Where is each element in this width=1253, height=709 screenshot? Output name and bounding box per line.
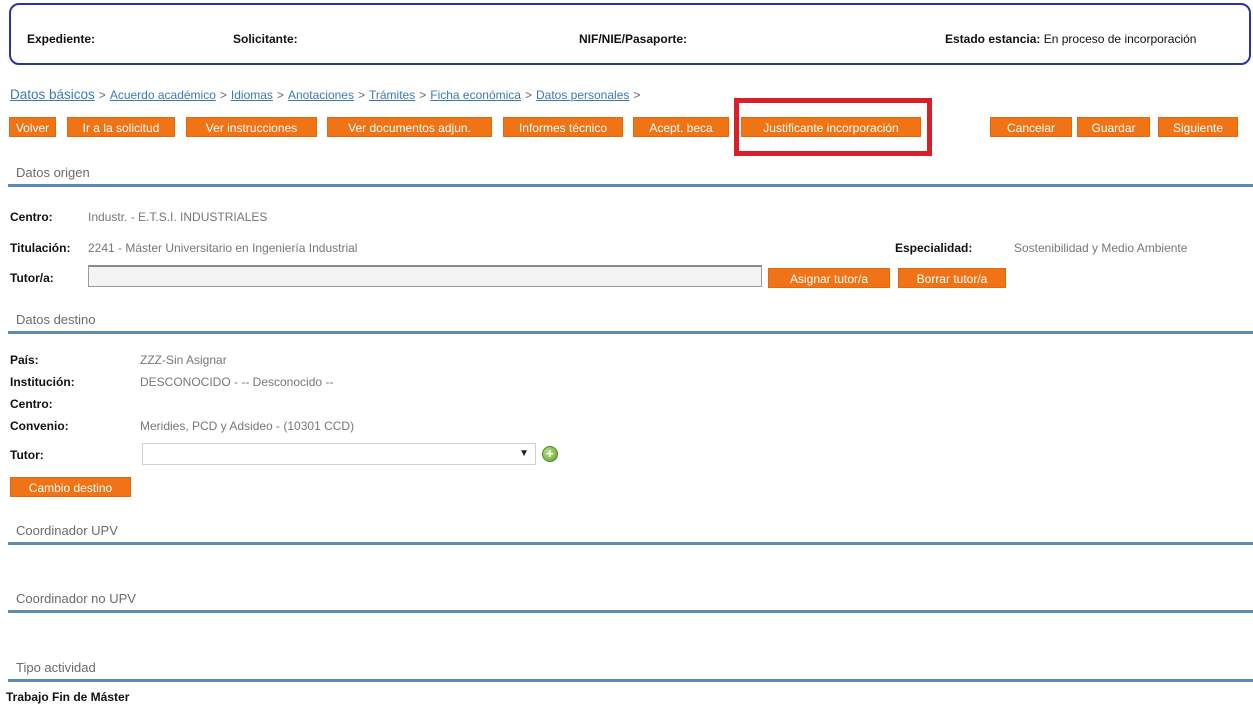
tutor-label: Tutor/a: <box>10 271 54 285</box>
section-title: Coordinador no UPV <box>16 591 136 606</box>
centro-value: Industr. - E.T.S.I. INDUSTRIALES <box>88 210 268 224</box>
especialidad-label: Especialidad: <box>895 241 973 255</box>
tutor-select[interactable]: ▼ <box>142 443 536 465</box>
record-header: Expediente: Solicitante: NIF/NIE/Pasapor… <box>9 3 1251 65</box>
tipo-actividad-value: Trabajo Fin de Máster <box>6 690 130 704</box>
breadcrumb-tramites[interactable]: Trámites <box>369 88 415 102</box>
breadcrumb-separator: > <box>357 88 365 102</box>
breadcrumb-separator: > <box>419 88 427 102</box>
section-datos-origen: Datos origen <box>8 161 1253 187</box>
breadcrumb-datos-basicos[interactable]: Datos básicos <box>10 87 95 102</box>
breadcrumb-datos-personales[interactable]: Datos personales <box>536 88 629 102</box>
tutor-input[interactable] <box>88 265 762 287</box>
breadcrumb-acuerdo-academico[interactable]: Acuerdo académico <box>110 88 216 102</box>
especialidad-value: Sostenibilidad y Medio Ambiente <box>1014 241 1188 255</box>
titulacion-value: 2241 - Máster Universitario en Ingenierí… <box>88 241 358 255</box>
ir-solicitud-button[interactable]: Ir a la solicitud <box>67 117 175 137</box>
guardar-button[interactable]: Guardar <box>1077 117 1150 137</box>
breadcrumb-idiomas[interactable]: Idiomas <box>231 88 273 102</box>
informes-tecnico-button[interactable]: Informes técnico <box>503 117 623 137</box>
ver-documentos-button[interactable]: Ver documentos adjun. <box>327 117 492 137</box>
acept-beca-button[interactable]: Acept. beca <box>633 117 729 137</box>
borrar-tutor-button[interactable]: Borrar tutor/a <box>898 268 1006 288</box>
ver-instrucciones-button[interactable]: Ver instrucciones <box>186 117 317 137</box>
institucion-value: DESCONOCIDO - -- Desconocido -- <box>140 375 334 389</box>
nif-label: NIF/NIE/Pasaporte: <box>579 32 688 46</box>
convenio-label: Convenio: <box>10 419 69 433</box>
section-title: Tipo actividad <box>16 660 96 675</box>
cambio-destino-button[interactable]: Cambio destino <box>10 477 131 497</box>
destino-centro-label: Centro: <box>10 397 53 411</box>
breadcrumb-separator: > <box>276 88 284 102</box>
section-datos-destino: Datos destino <box>8 308 1253 334</box>
section-coordinador-upv: Coordinador UPV <box>8 519 1253 545</box>
estado-label: Estado estancia: <box>945 32 1041 46</box>
highlight-box <box>734 98 932 156</box>
convenio-value: Meridies, PCD y Adsideo - (10301 CCD) <box>140 419 355 433</box>
breadcrumb-separator: > <box>524 88 532 102</box>
chevron-down-icon[interactable]: ▼ <box>519 448 529 459</box>
solicitante-label: Solicitante: <box>233 32 298 46</box>
asignar-tutor-button[interactable]: Asignar tutor/a <box>768 268 890 288</box>
section-tipo-actividad: Tipo actividad <box>8 656 1253 682</box>
expediente-label: Expediente: <box>27 32 96 46</box>
breadcrumb-separator: > <box>98 88 106 102</box>
estado-value: En proceso de incorporación <box>1043 32 1197 46</box>
breadcrumb-separator: > <box>633 88 641 102</box>
titulacion-label: Titulación: <box>10 241 71 255</box>
pais-label: País: <box>10 353 39 367</box>
breadcrumb-ficha-economica[interactable]: Ficha económica <box>430 88 521 102</box>
cancelar-button[interactable]: Cancelar <box>990 117 1072 137</box>
estado-estancia: Estado estancia: En proceso de incorpora… <box>945 32 1196 46</box>
centro-label: Centro: <box>10 210 53 224</box>
volver-button[interactable]: Volver <box>9 117 56 137</box>
section-title: Coordinador UPV <box>16 523 118 538</box>
institucion-label: Institución: <box>10 375 75 389</box>
siguiente-button[interactable]: Siguiente <box>1158 117 1238 137</box>
add-circle-icon[interactable]: + <box>542 446 558 462</box>
breadcrumb: Datos básicos > Acuerdo académico > Idiomas >… <box>10 87 644 102</box>
destino-tutor-label: Tutor: <box>10 448 44 462</box>
section-title: Datos destino <box>16 312 96 327</box>
breadcrumb-separator: > <box>219 88 227 102</box>
section-title: Datos origen <box>16 165 90 180</box>
breadcrumb-anotaciones[interactable]: Anotaciones <box>288 88 354 102</box>
section-coordinador-no-upv: Coordinador no UPV <box>8 587 1253 613</box>
pais-value: ZZZ-Sin Asignar <box>140 353 227 367</box>
